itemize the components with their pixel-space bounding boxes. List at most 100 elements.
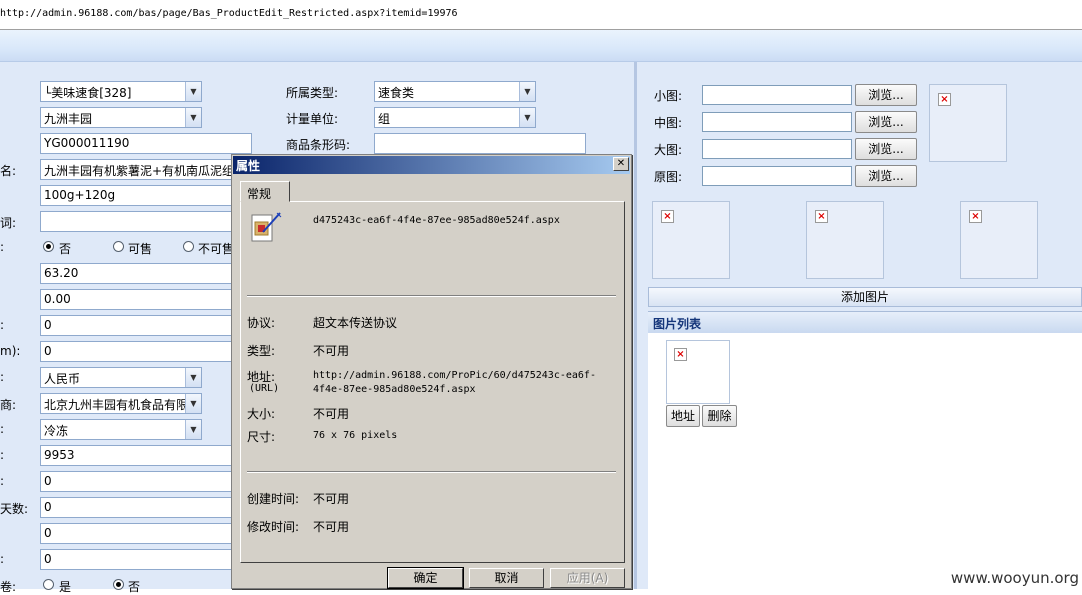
field-c-input[interactable]: 0	[40, 471, 240, 492]
dimension-value: 76 x 76 pixels	[313, 430, 398, 441]
broken-image-icon: ×	[815, 210, 828, 223]
dialog-title-bar[interactable]: 属性	[233, 156, 630, 174]
field-a-input[interactable]: 0	[40, 315, 240, 336]
keyword-input[interactable]	[40, 211, 240, 232]
broken-image-icon: ×	[674, 348, 687, 361]
barcode-input[interactable]	[374, 133, 586, 154]
stock-input[interactable]: 9953	[40, 445, 240, 466]
small-image-file-input[interactable]	[702, 85, 852, 105]
type-value: 速食类	[378, 86, 415, 100]
original-image-file-input[interactable]	[702, 166, 852, 186]
radio-sale[interactable]	[113, 241, 124, 252]
supplier-select[interactable]: 北京九州丰园有机食品有限 ▼	[40, 393, 202, 414]
storage-value: 冷冻	[44, 424, 69, 438]
original-image-label: 原图:	[654, 170, 683, 184]
category-value: └美味速食[328]	[44, 86, 132, 100]
chevron-down-icon[interactable]: ▼	[185, 368, 201, 387]
field-f-input[interactable]: 0	[40, 549, 240, 570]
price-input[interactable]: 63.20	[40, 263, 240, 284]
sale-status-label: :	[0, 240, 5, 254]
image-list-item[interactable]: ×	[666, 340, 730, 404]
supplier-value: 北京九州丰园有机食品有限	[44, 398, 189, 412]
radio-no-bottom[interactable]	[113, 579, 124, 590]
spec-input[interactable]: 100g+120g	[40, 185, 240, 206]
large-image-preview: ×	[806, 201, 884, 279]
small-image-browse-button[interactable]: 浏览...	[855, 84, 917, 106]
barcode-label: 商品条形码:	[286, 138, 351, 152]
radio-no-label: 否	[59, 242, 72, 256]
currency-label: :	[0, 370, 5, 384]
category-select[interactable]: └美味速食[328] ▼	[40, 81, 202, 102]
medium-image-file-input[interactable]	[702, 112, 852, 132]
brand-select[interactable]: 九洲丰园 ▼	[40, 107, 202, 128]
keyword-label: 词:	[0, 216, 17, 230]
close-icon[interactable]: ✕	[613, 157, 629, 171]
large-image-file-input[interactable]	[702, 139, 852, 159]
field-b-input[interactable]: 0	[40, 341, 240, 362]
radio-no-bottom-label: 否	[128, 580, 141, 594]
days-label: 天数:	[0, 502, 29, 516]
days-input[interactable]: 0	[40, 497, 240, 518]
unit-select[interactable]: 组 ▼	[374, 107, 536, 128]
unit-value: 组	[378, 112, 391, 126]
field-a-label: :	[0, 318, 5, 332]
address-sub-label: (URL)	[249, 383, 280, 394]
original-image-preview: ×	[960, 201, 1038, 279]
dimension-label: 尺寸:	[247, 430, 276, 444]
dialog-title: 属性	[236, 159, 261, 173]
small-image-label: 小图:	[654, 89, 683, 103]
type-select[interactable]: 速食类 ▼	[374, 81, 536, 102]
image-delete-button[interactable]: 删除	[702, 405, 737, 427]
radio-yes-bottom[interactable]	[43, 579, 54, 590]
tab-general[interactable]: 常规	[240, 181, 290, 202]
type-label: 所属类型:	[286, 86, 339, 100]
chevron-down-icon[interactable]: ▼	[519, 108, 535, 127]
chevron-down-icon[interactable]: ▼	[185, 420, 201, 439]
field-b-label: m):	[0, 344, 21, 358]
properties-dialog: 属性 ✕ 常规 d475243c-ea6f-4f4e-87ee-985ad80e…	[231, 154, 632, 589]
chevron-down-icon[interactable]: ▼	[519, 82, 535, 101]
large-image-browse-button[interactable]: 浏览...	[855, 138, 917, 160]
address-url[interactable]: http://admin.96188.com/bas/page/Bas_Prod…	[0, 8, 458, 19]
currency-select[interactable]: 人民币 ▼	[40, 367, 202, 388]
broken-image-icon: ×	[938, 93, 951, 106]
chevron-down-icon[interactable]: ▼	[185, 394, 201, 413]
created-label: 创建时间:	[247, 492, 300, 506]
address-bar[interactable]: http://admin.96188.com/bas/page/Bas_Prod…	[0, 0, 1082, 30]
dialog-separator	[247, 295, 616, 297]
price-input-2[interactable]: 0.00	[40, 289, 240, 310]
file-name: d475243c-ea6f-4f4e-87ee-985ad80e524f.asp…	[313, 215, 560, 226]
cancel-button[interactable]: 取消	[469, 568, 544, 588]
radio-nosale[interactable]	[183, 241, 194, 252]
medium-image-label: 中图:	[654, 116, 683, 130]
original-image-browse-button[interactable]: 浏览...	[855, 165, 917, 187]
product-name-input[interactable]: 九洲丰园有机紫薯泥+有机南瓜泥组	[40, 159, 240, 180]
chevron-down-icon[interactable]: ▼	[185, 108, 201, 127]
add-image-button[interactable]: 添加图片	[648, 287, 1082, 307]
address-value-line2: 4f4e-87ee-985ad80e524f.aspx	[313, 384, 476, 395]
radio-no[interactable]	[43, 241, 54, 252]
field-f-label: :	[0, 552, 5, 566]
size-label: 大小:	[247, 407, 276, 421]
storage-select[interactable]: 冷冻 ▼	[40, 419, 202, 440]
bottom-radio-label: 卷:	[0, 580, 17, 594]
name-label: 名:	[0, 164, 17, 178]
product-code-input[interactable]: YG000011190	[40, 133, 252, 154]
medium-image-browse-button[interactable]: 浏览...	[855, 111, 917, 133]
chevron-down-icon[interactable]: ▼	[185, 82, 201, 101]
dialog-general-page: d475243c-ea6f-4f4e-87ee-985ad80e524f.asp…	[240, 201, 625, 563]
ok-button[interactable]: 确定	[387, 567, 464, 589]
stock-label: :	[0, 448, 5, 462]
storage-label: :	[0, 422, 5, 436]
address-value-line1: http://admin.96188.com/ProPic/60/d475243…	[313, 370, 596, 381]
radio-yes-bottom-label: 是	[59, 580, 72, 594]
supplier-label: 商:	[0, 398, 17, 412]
image-list-header: 图片列表	[648, 311, 1082, 333]
apply-button[interactable]: 应用(A)	[550, 568, 625, 588]
radio-sale-label: 可售	[128, 242, 153, 256]
broken-image-icon: ×	[969, 210, 982, 223]
field-e-input[interactable]: 0	[40, 523, 240, 544]
image-address-button[interactable]: 地址	[666, 405, 700, 427]
modified-value: 不可用	[313, 520, 350, 534]
type-value: 不可用	[313, 344, 350, 358]
